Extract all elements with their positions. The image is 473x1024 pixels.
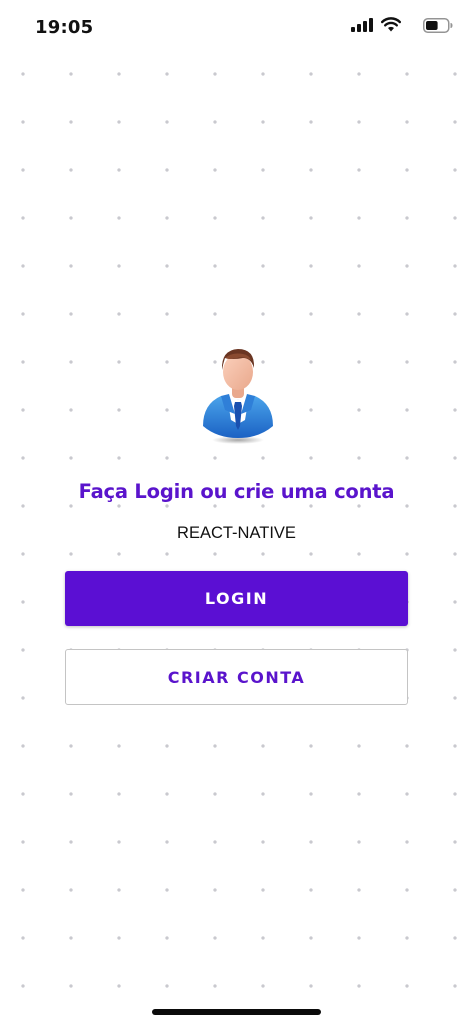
wifi-icon (381, 17, 401, 32)
battery-icon (423, 18, 453, 33)
cellular-signal-icon (351, 18, 373, 32)
status-time: 19:05 (35, 17, 94, 38)
home-indicator (152, 1009, 321, 1015)
login-button[interactable]: LOGIN (65, 571, 408, 626)
status-bar: 19:05 (0, 0, 473, 56)
page-subtitle: REACT-NATIVE (177, 524, 296, 542)
create-account-button[interactable]: CRIAR CONTA (65, 649, 408, 705)
user-avatar-icon (203, 349, 273, 444)
page-title: Faça Login ou crie uma conta (78, 480, 395, 503)
